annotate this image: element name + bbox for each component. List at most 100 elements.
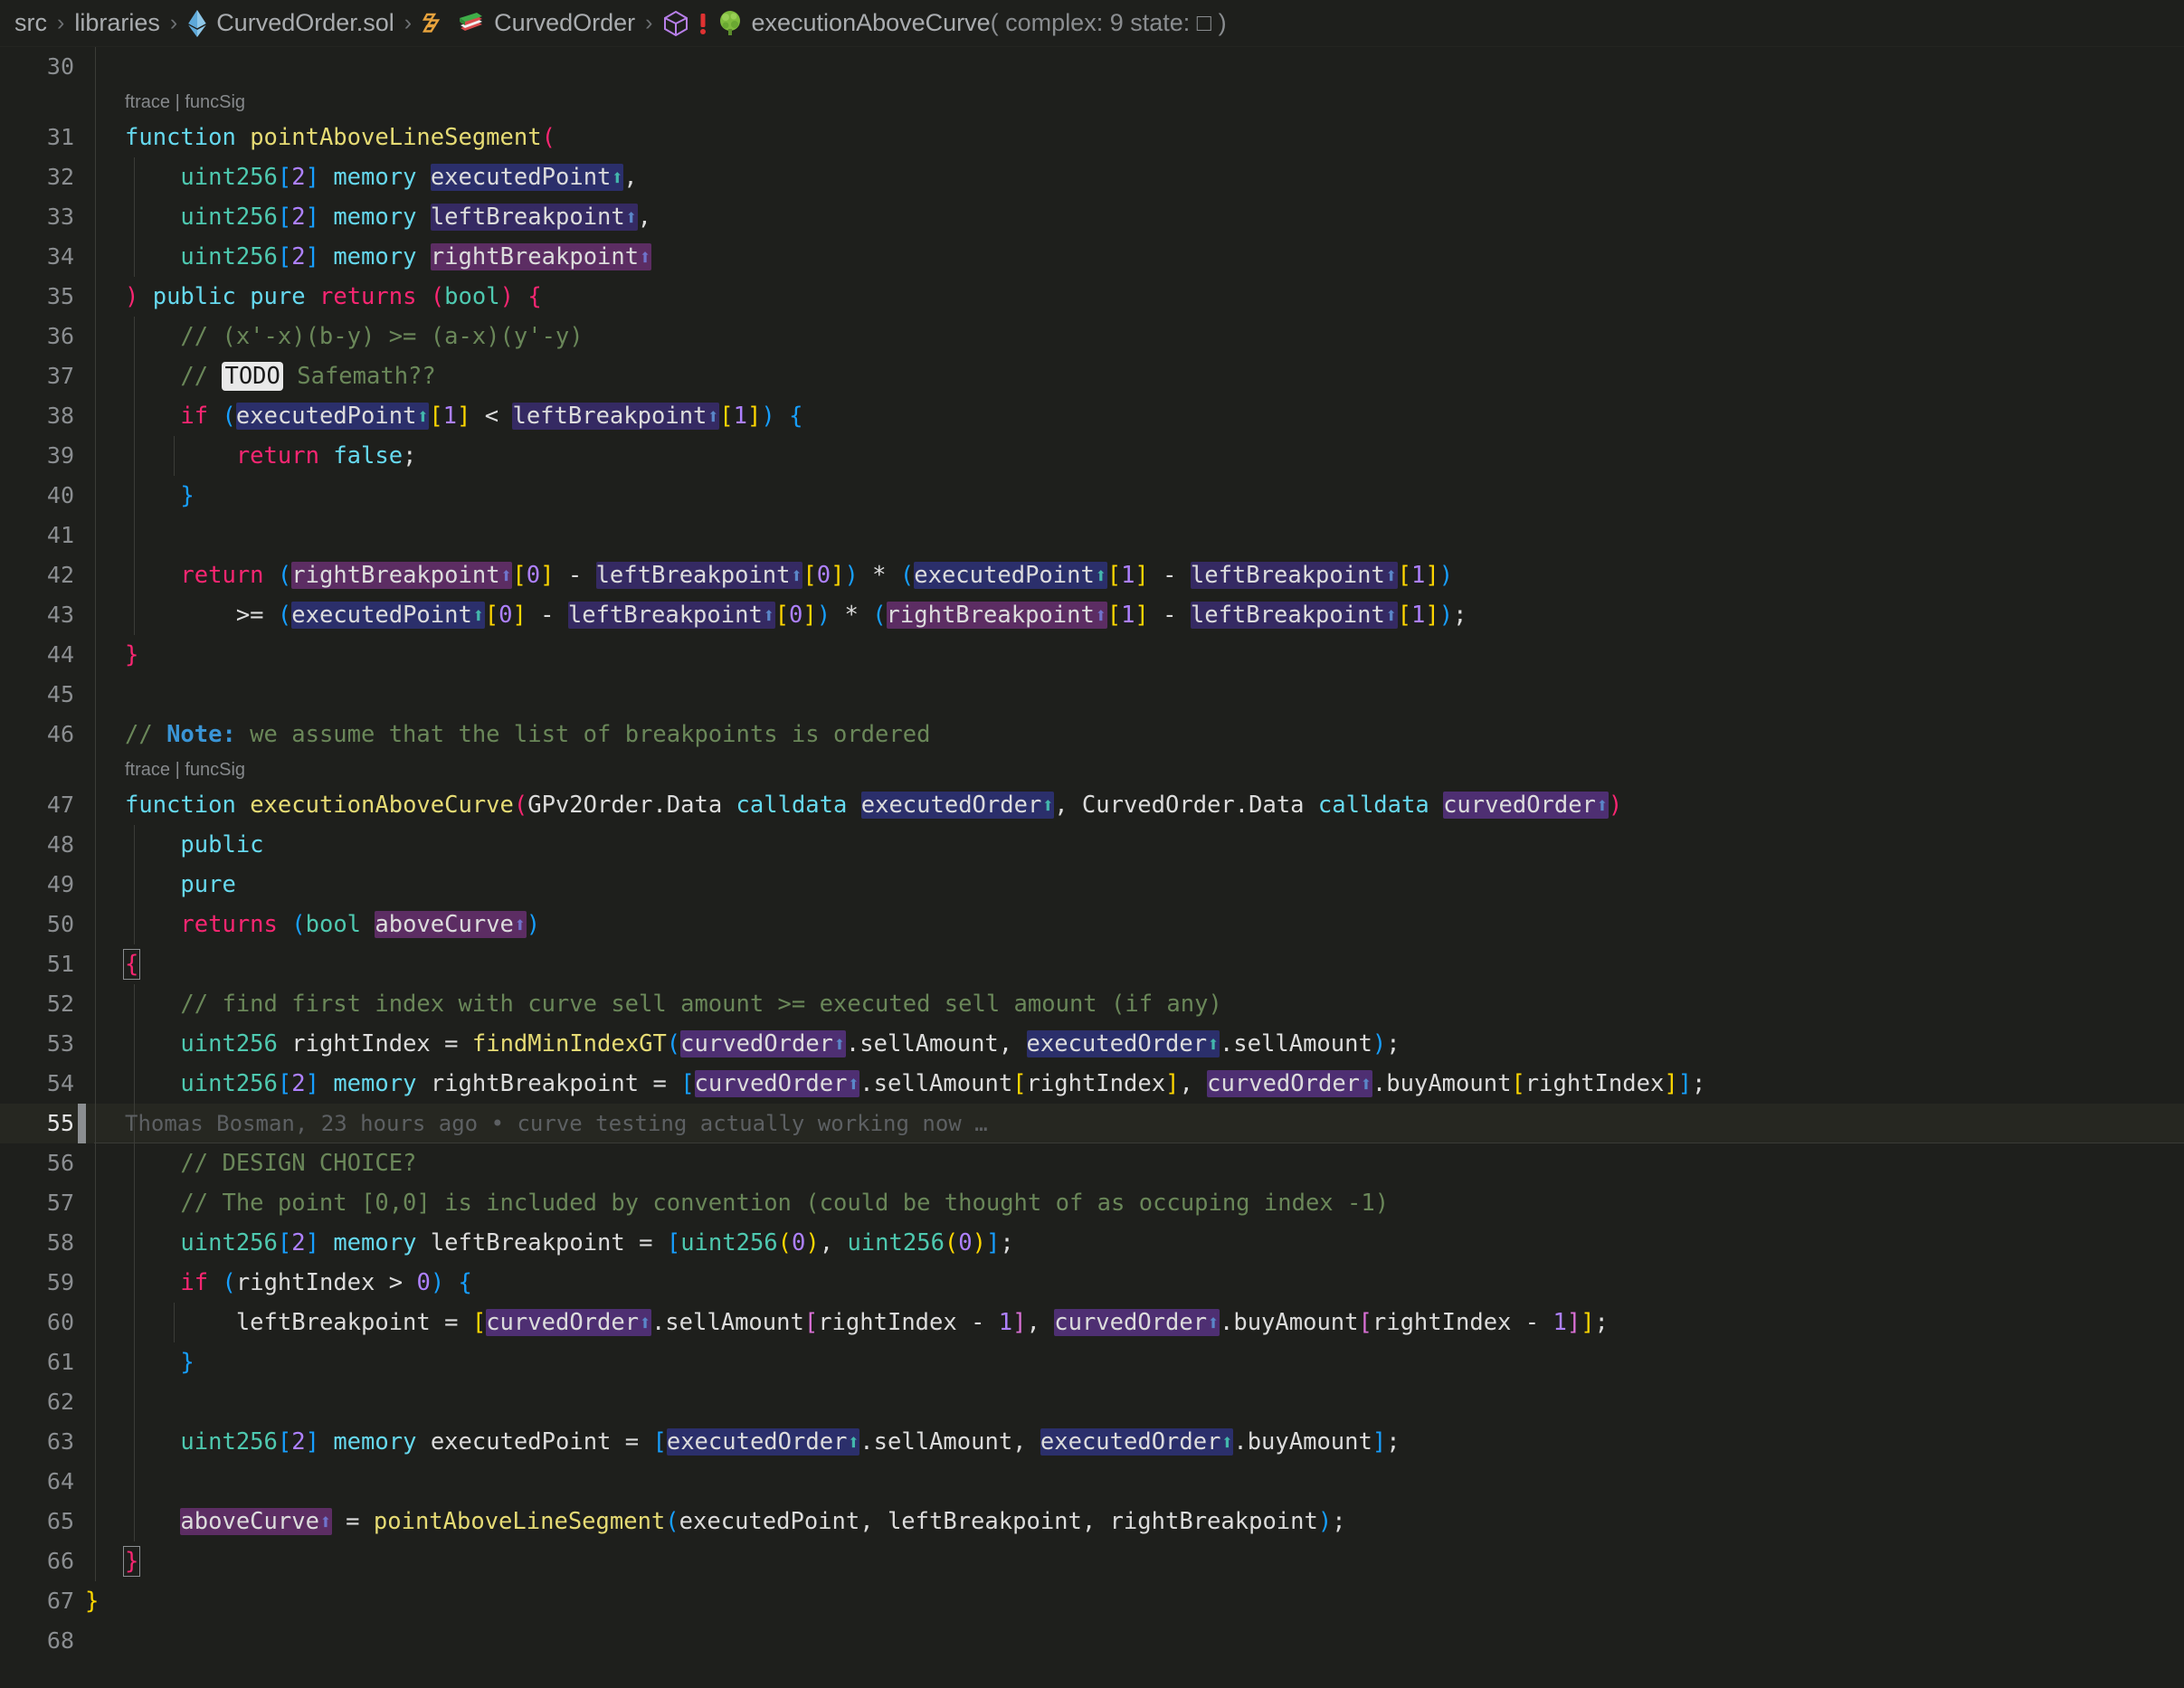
editor-line[interactable]: 35 ) public pure returns (bool) { bbox=[0, 277, 2184, 317]
code-lens-ftrace-funcsig[interactable]: ftrace | funcSig bbox=[125, 754, 245, 785]
editor-line[interactable]: 42 return (rightBreakpoint⬆[0] - leftBre… bbox=[0, 555, 2184, 595]
editor-line[interactable]: 46 // Note: we assume that the list of b… bbox=[0, 715, 2184, 754]
line-content[interactable]: // (x'-x)(b-y) >= (a-x)(y'-y) bbox=[94, 317, 2184, 356]
breadcrumb-item-src[interactable]: src bbox=[14, 9, 47, 37]
line-content[interactable]: if (executedPoint⬆[1] < leftBreakpoint⬆[… bbox=[94, 396, 2184, 436]
line-content[interactable]: function pointAboveLineSegment( bbox=[94, 118, 2184, 157]
line-content[interactable]: uint256[2] memory leftBreakpoint = [uint… bbox=[94, 1223, 2184, 1263]
line-content[interactable] bbox=[94, 1462, 2184, 1502]
line-content[interactable]: >= (executedPoint⬆[0] - leftBreakpoint⬆[… bbox=[94, 595, 2184, 635]
breadcrumb-item-curvedorder-contract[interactable]: CurvedOrder bbox=[422, 9, 635, 37]
editor-line[interactable]: 53 uint256 rightIndex = findMinIndexGT(c… bbox=[0, 1024, 2184, 1064]
line-content[interactable] bbox=[94, 1621, 2184, 1661]
line-content[interactable]: return (rightBreakpoint⬆[0] - leftBreakp… bbox=[94, 555, 2184, 595]
line-content[interactable]: uint256[2] memory executedPoint⬆, bbox=[94, 157, 2184, 197]
line-number: 41 bbox=[46, 522, 74, 548]
books-icon bbox=[458, 11, 485, 36]
line-content[interactable]: uint256 rightIndex = findMinIndexGT(curv… bbox=[94, 1024, 2184, 1064]
editor-line[interactable]: 68 bbox=[0, 1621, 2184, 1661]
editor-line[interactable]: 59 if (rightIndex > 0) { bbox=[0, 1263, 2184, 1303]
line-content[interactable]: ) public pure returns (bool) { bbox=[94, 277, 2184, 317]
editor-line[interactable]: 66 } bbox=[0, 1541, 2184, 1581]
line-number: 35 bbox=[46, 283, 74, 309]
line-content[interactable]: uint256[2] memory executedPoint = [execu… bbox=[94, 1422, 2184, 1462]
editor-line[interactable]: 64 bbox=[0, 1462, 2184, 1502]
line-content[interactable]: pure bbox=[94, 865, 2184, 905]
editor-line[interactable]: 39 return false; bbox=[0, 436, 2184, 476]
editor-line[interactable]: 57 // The point [0,0] is included by con… bbox=[0, 1183, 2184, 1223]
line-content[interactable]: aboveCurve⬆ = pointAboveLineSegment(exec… bbox=[94, 1502, 2184, 1541]
editor-line[interactable]: 52 // find first index with curve sell a… bbox=[0, 984, 2184, 1024]
git-blame-annotation[interactable]: Thomas Bosman, 23 hours ago • curve test… bbox=[125, 1104, 988, 1143]
line-number: 46 bbox=[46, 721, 74, 747]
line-content[interactable] bbox=[94, 516, 2184, 555]
editor-line[interactable]: 50 returns (bool aboveCurve⬆) bbox=[0, 905, 2184, 944]
line-content[interactable]: returns (bool aboveCurve⬆) bbox=[94, 905, 2184, 944]
code-lens-ftrace-funcsig[interactable]: ftrace | funcSig bbox=[125, 87, 245, 118]
code-lens-row[interactable]: ftrace | funcSig bbox=[0, 754, 2184, 785]
editor-line[interactable]: 54 uint256[2] memory rightBreakpoint = [… bbox=[0, 1064, 2184, 1104]
line-content[interactable]: } bbox=[85, 1581, 2184, 1621]
editor-line[interactable]: 67 } bbox=[0, 1581, 2184, 1621]
line-content[interactable]: Thomas Bosman, 23 hours ago • curve test… bbox=[78, 1104, 2184, 1143]
editor-line[interactable]: 43 >= (executedPoint⬆[0] - leftBreakpoin… bbox=[0, 595, 2184, 635]
editor-line[interactable]: 33 uint256[2] memory leftBreakpoint⬆, bbox=[0, 197, 2184, 237]
line-content[interactable]: return false; bbox=[94, 436, 2184, 476]
line-number: 32 bbox=[46, 164, 74, 190]
editor-line[interactable]: 36 // (x'-x)(b-y) >= (a-x)(y'-y) bbox=[0, 317, 2184, 356]
line-content[interactable] bbox=[94, 1382, 2184, 1422]
editor-line[interactable]: 31 function pointAboveLineSegment( bbox=[0, 118, 2184, 157]
line-content[interactable]: if (rightIndex > 0) { bbox=[94, 1263, 2184, 1303]
breadcrumb-item-executionabovecurve[interactable]: executionAboveCurve ( complex: 9 state: … bbox=[663, 9, 1227, 37]
line-content[interactable]: // Note: we assume that the list of brea… bbox=[94, 715, 2184, 754]
editor-line[interactable]: 60 leftBreakpoint = [curvedOrder⬆.sellAm… bbox=[0, 1303, 2184, 1342]
editor-line[interactable]: 44 } bbox=[0, 635, 2184, 675]
breadcrumb-item-curvedorder-sol[interactable]: CurvedOrder.sol bbox=[187, 9, 394, 37]
line-content[interactable] bbox=[94, 675, 2184, 715]
line-content[interactable]: } bbox=[94, 1541, 2184, 1581]
editor-line[interactable]: 49 pure bbox=[0, 865, 2184, 905]
editor-line[interactable]: 30 bbox=[0, 47, 2184, 87]
editor-line-current[interactable]: 55 Thomas Bosman, 23 hours ago • curve t… bbox=[0, 1104, 2184, 1143]
line-content[interactable]: // The point [0,0] is included by conven… bbox=[94, 1183, 2184, 1223]
line-content[interactable]: uint256[2] memory leftBreakpoint⬆, bbox=[94, 197, 2184, 237]
editor-line[interactable]: 32 uint256[2] memory executedPoint⬆, bbox=[0, 157, 2184, 197]
editor-line[interactable]: 45 bbox=[0, 675, 2184, 715]
code-lens-row[interactable]: ftrace | funcSig bbox=[0, 87, 2184, 118]
line-content[interactable]: } bbox=[94, 476, 2184, 516]
editor-line[interactable]: 58 uint256[2] memory leftBreakpoint = [u… bbox=[0, 1223, 2184, 1263]
line-content[interactable] bbox=[94, 47, 2184, 87]
line-content[interactable]: // DESIGN CHOICE? bbox=[94, 1143, 2184, 1183]
breadcrumb-label: src bbox=[14, 9, 47, 36]
editor-line[interactable]: 41 bbox=[0, 516, 2184, 555]
editor-line[interactable]: 38 if (executedPoint⬆[1] < leftBreakpoin… bbox=[0, 396, 2184, 436]
line-content[interactable]: function executionAboveCurve(GPv2Order.D… bbox=[94, 785, 2184, 825]
line-content[interactable]: leftBreakpoint = [curvedOrder⬆.sellAmoun… bbox=[94, 1303, 2184, 1342]
line-content[interactable]: } bbox=[94, 1342, 2184, 1382]
editor-line[interactable]: 34 uint256[2] memory rightBreakpoint⬆ bbox=[0, 237, 2184, 277]
breadcrumb-separator-icon: › bbox=[404, 10, 413, 35]
editor-line[interactable]: 48 public bbox=[0, 825, 2184, 865]
editor-line[interactable]: 51 { bbox=[0, 944, 2184, 984]
code-editor[interactable]: 30 ftrace | funcSig 31 function pointAbo… bbox=[0, 47, 2184, 1688]
line-content[interactable]: uint256[2] memory rightBreakpoint⬆ bbox=[94, 237, 2184, 277]
editor-line[interactable]: 65 aboveCurve⬆ = pointAboveLineSegment(e… bbox=[0, 1502, 2184, 1541]
editor-line[interactable]: 47 function executionAboveCurve(GPv2Orde… bbox=[0, 785, 2184, 825]
line-content[interactable]: public bbox=[94, 825, 2184, 865]
editor-line[interactable]: 37 // TODO Safemath?? bbox=[0, 356, 2184, 396]
solidity-contract-icon bbox=[422, 11, 449, 36]
line-content[interactable]: // TODO Safemath?? bbox=[94, 356, 2184, 396]
line-content[interactable]: // find first index with curve sell amou… bbox=[94, 984, 2184, 1024]
breadcrumb[interactable]: src › libraries › CurvedOrder.sol › Curv… bbox=[0, 0, 2184, 47]
line-content[interactable]: } bbox=[94, 635, 2184, 675]
line-number: 31 bbox=[46, 124, 74, 150]
editor-line[interactable]: 63 uint256[2] memory executedPoint = [ex… bbox=[0, 1422, 2184, 1462]
editor-line[interactable]: 61 } bbox=[0, 1342, 2184, 1382]
breadcrumb-item-libraries[interactable]: libraries bbox=[74, 9, 160, 37]
editor-line[interactable]: 56 // DESIGN CHOICE? bbox=[0, 1143, 2184, 1183]
editor-line[interactable]: 40 } bbox=[0, 476, 2184, 516]
line-number: 52 bbox=[46, 991, 74, 1017]
editor-line[interactable]: 62 bbox=[0, 1382, 2184, 1422]
line-content[interactable]: uint256[2] memory rightBreakpoint = [cur… bbox=[94, 1064, 2184, 1104]
line-content[interactable]: { bbox=[94, 944, 2184, 984]
